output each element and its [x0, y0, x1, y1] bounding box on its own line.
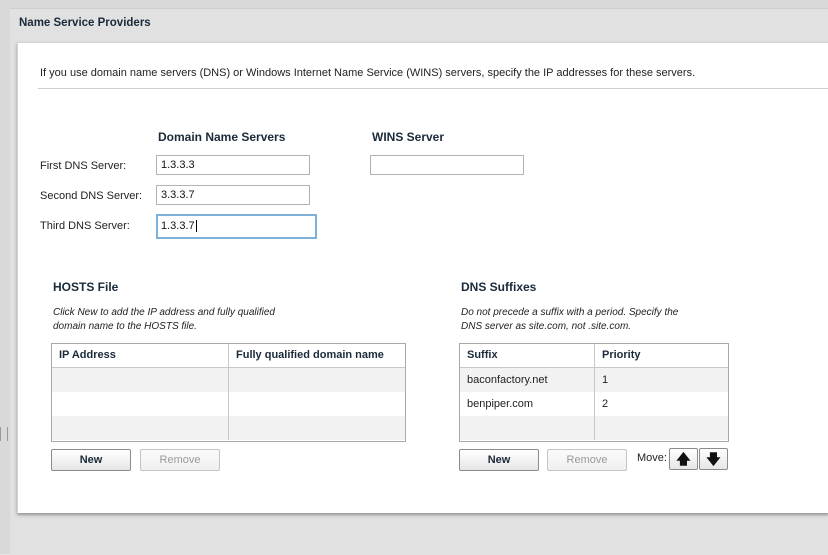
table-row[interactable]: [52, 392, 405, 416]
hosts-table[interactable]: IP Address Fully qualified domain name: [51, 343, 406, 442]
ip-cell: [52, 392, 229, 416]
column-suffix[interactable]: Suffix: [460, 344, 595, 367]
table-row[interactable]: [460, 416, 728, 440]
column-ip-address[interactable]: IP Address: [52, 344, 229, 367]
panel-title: Name Service Providers: [19, 17, 151, 29]
third-dns-input[interactable]: 1.3.3.7: [156, 214, 317, 239]
fqdn-cell: [229, 368, 405, 392]
column-fqdn[interactable]: Fully qualified domain name: [229, 344, 405, 367]
arrow-down-icon: 🡇: [706, 451, 721, 467]
divider: [38, 88, 828, 89]
first-dns-input[interactable]: 1.3.3.3: [156, 155, 310, 175]
wins-server-input[interactable]: [370, 155, 524, 175]
hosts-hint-line-1: Click New to add the IP address and full…: [53, 307, 275, 318]
suffix-cell: [460, 416, 595, 440]
first-dns-label: First DNS Server:: [40, 160, 127, 172]
hosts-heading: HOSTS File: [53, 280, 119, 294]
hosts-table-header: IP Address Fully qualified domain name: [52, 344, 405, 368]
hosts-hint-line-2: domain name to the HOSTS file.: [53, 321, 197, 332]
table-row[interactable]: baconfactory.net 1: [460, 368, 728, 392]
ip-cell: [52, 368, 229, 392]
priority-cell: [595, 416, 728, 440]
hosts-new-button[interactable]: New: [51, 449, 131, 471]
suffixes-hint-line-2: DNS server as site.com, not .site.com.: [461, 321, 632, 332]
move-label: Move:: [637, 452, 667, 464]
arrow-up-icon: 🡅: [676, 451, 691, 467]
suffixes-hint: Do not precede a suffix with a period. S…: [461, 306, 678, 334]
suffixes-new-button[interactable]: New: [459, 449, 539, 471]
fqdn-cell: [229, 392, 405, 416]
third-dns-value: 1.3.3.7: [161, 220, 195, 232]
suffix-cell: baconfactory.net: [460, 368, 595, 392]
dns-heading: Domain Name Servers: [158, 130, 286, 144]
name-service-panel: If you use domain name servers (DNS) or …: [17, 42, 828, 513]
priority-cell: 1: [602, 374, 609, 386]
second-dns-input[interactable]: 3.3.3.7: [156, 185, 310, 205]
suffix-cell: benpiper.com: [460, 392, 595, 416]
intro-text: If you use domain name servers (DNS) or …: [40, 67, 696, 79]
dns-suffixes-table[interactable]: Suffix Priority baconfactory.net 1 benpi…: [459, 343, 729, 442]
hosts-remove-button[interactable]: Remove: [140, 449, 220, 471]
fqdn-cell: [229, 416, 405, 440]
priority-cell: 2: [602, 398, 609, 410]
table-row[interactable]: benpiper.com 2: [460, 392, 728, 416]
ip-cell: [52, 416, 229, 440]
column-priority[interactable]: Priority: [595, 344, 728, 367]
suffixes-hint-line-1: Do not precede a suffix with a period. S…: [461, 307, 679, 318]
hosts-hint: Click New to add the IP address and full…: [53, 306, 275, 334]
move-down-button[interactable]: 🡇: [699, 448, 728, 470]
suffixes-remove-button[interactable]: Remove: [547, 449, 627, 471]
table-row[interactable]: [52, 368, 405, 392]
wins-heading: WINS Server: [372, 130, 445, 144]
text-caret: [195, 220, 197, 233]
table-row[interactable]: [52, 416, 405, 440]
third-dns-label: Third DNS Server:: [40, 220, 130, 232]
dns-suffixes-heading: DNS Suffixes: [461, 280, 537, 294]
move-up-button[interactable]: 🡅: [669, 448, 698, 470]
suffixes-table-header: Suffix Priority: [460, 344, 728, 368]
resize-grip-icon[interactable]: [0, 427, 8, 441]
second-dns-label: Second DNS Server:: [40, 190, 143, 202]
